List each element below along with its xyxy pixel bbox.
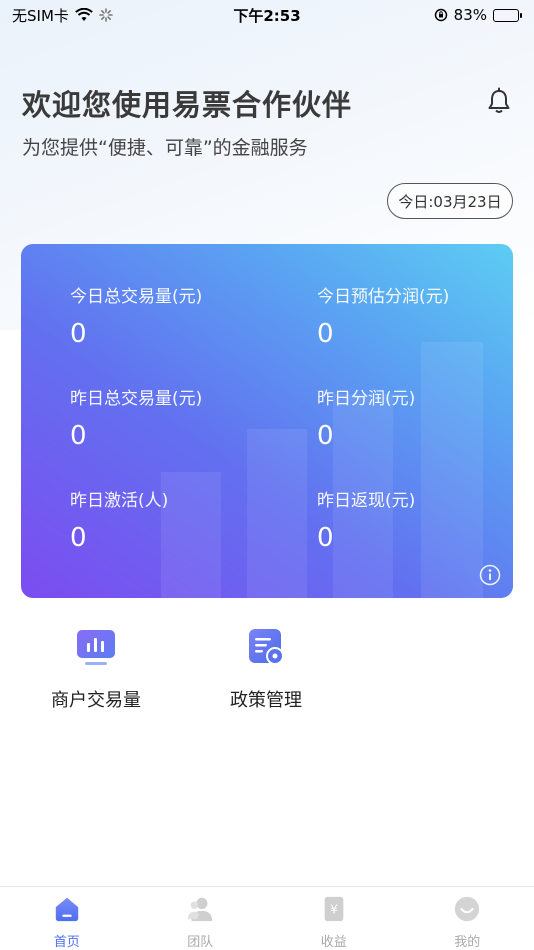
team-icon — [188, 897, 213, 922]
stat-label: 今日总交易量(元) — [70, 287, 203, 307]
svg-text:¥: ¥ — [330, 903, 338, 917]
home-icon — [55, 897, 78, 922]
stat-yesterday-cashback: 昨日返现(元) 0 — [317, 486, 415, 553]
battery-percent: 83% — [453, 6, 487, 24]
battery-icon — [493, 8, 522, 22]
tab-team[interactable]: 团队 — [134, 887, 268, 950]
stat-yesterday-profit: 昨日分润(元) 0 — [317, 384, 415, 451]
tab-bar: 首页 团队 ¥ 收益 我的 — [0, 886, 534, 950]
stat-value: 0 — [317, 421, 334, 451]
stat-value: 0 — [70, 523, 87, 553]
stat-label: 今日预估分润(元) — [317, 287, 450, 307]
stat-today-profit: 今日预估分润(元) 0 — [317, 282, 449, 349]
income-icon: ¥ — [324, 896, 344, 922]
shortcut-label: 政策管理 — [230, 690, 302, 711]
document-settings-icon — [249, 629, 284, 665]
stat-label: 昨日激活(人) — [70, 491, 169, 511]
status-bar: 无SIM卡 下午2:53 83% — [0, 0, 534, 30]
bar-chart-monitor-icon — [77, 630, 115, 665]
stat-value: 0 — [317, 523, 334, 553]
profile-icon — [455, 896, 480, 922]
date-badge: 今日:03月23日 — [387, 183, 513, 219]
loading-spinner-icon — [99, 8, 113, 22]
tab-label: 收益 — [320, 935, 347, 950]
tab-income[interactable]: ¥ 收益 — [267, 887, 401, 950]
tab-label: 首页 — [53, 935, 80, 950]
tab-home[interactable]: 首页 — [0, 887, 134, 950]
bell-icon[interactable] — [484, 86, 514, 116]
stat-value: 0 — [70, 319, 87, 349]
tab-profile[interactable]: 我的 — [401, 887, 534, 950]
stat-yesterday-activations: 昨日激活(人) 0 — [70, 486, 168, 553]
stat-label: 昨日总交易量(元) — [70, 389, 203, 409]
stat-today-volume: 今日总交易量(元) 0 — [70, 282, 202, 349]
shortcut-merchant-volume[interactable]: 商户交易量 — [46, 626, 146, 712]
tab-label: 我的 — [454, 935, 481, 950]
info-icon[interactable] — [479, 564, 501, 586]
shortcut-label: 商户交易量 — [51, 690, 141, 711]
stats-card: 今日总交易量(元) 0 今日预估分润(元) 0 昨日总交易量(元) 0 昨日分润… — [21, 244, 513, 598]
tab-label: 团队 — [187, 935, 214, 950]
page-subtitle: 为您提供“便捷、可靠”的金融服务 — [22, 137, 308, 159]
shortcut-policy-management[interactable]: 政策管理 — [216, 626, 316, 712]
stat-value: 0 — [317, 319, 334, 349]
carrier-label: 无SIM卡 — [12, 6, 69, 25]
stat-value: 0 — [70, 421, 87, 451]
wifi-icon — [75, 8, 93, 21]
stat-label: 昨日返现(元) — [317, 491, 416, 511]
stat-yesterday-volume: 昨日总交易量(元) 0 — [70, 384, 202, 451]
orientation-lock-icon — [434, 8, 447, 22]
stat-label: 昨日分润(元) — [317, 389, 416, 409]
page-title: 欢迎您使用易票合作伙伴 — [22, 88, 353, 122]
